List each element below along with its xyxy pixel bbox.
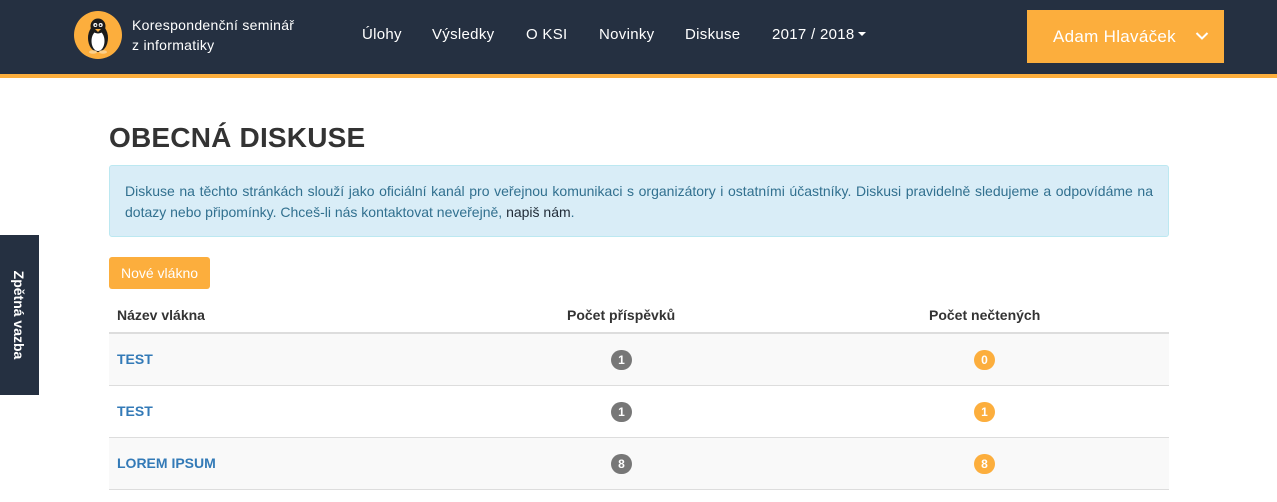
brand-line-2: z informatiky: [132, 37, 215, 53]
column-header-posts: Počet příspěvků: [567, 307, 676, 323]
feedback-tab[interactable]: Zpětná vazba: [0, 235, 39, 395]
info-alert: Diskuse na těchto stránkách slouží jako …: [109, 165, 1169, 237]
page-title: OBECNÁ DISKUSE: [109, 122, 366, 153]
nav-item-vysledky[interactable]: Výsledky: [432, 26, 494, 43]
thread-link[interactable]: TEST: [117, 403, 153, 419]
contact-link[interactable]: napiš nám: [506, 204, 571, 220]
new-thread-button[interactable]: Nové vlákno: [109, 257, 210, 289]
nav-item-diskuse[interactable]: Diskuse: [685, 26, 740, 43]
info-end: .: [570, 204, 575, 220]
feedback-label: Zpětná vazba: [11, 270, 27, 360]
year-dropdown[interactable]: 2017 / 2018: [772, 26, 866, 43]
posts-count-badge: 1: [611, 350, 632, 370]
top-navbar: Korespondenční seminář z informatiky Úlo…: [0, 0, 1277, 78]
thread-link[interactable]: LOREM IPSUM: [117, 455, 216, 471]
user-menu-button[interactable]: Adam Hlaváček: [1027, 10, 1224, 63]
nav-item-ulohy[interactable]: Úlohy: [362, 26, 402, 43]
nav-item-novinky[interactable]: Novinky: [599, 26, 654, 43]
table-header: Název vlákna Počet příspěvků Počet nečte…: [109, 296, 1169, 334]
user-name: Adam Hlaváček: [1053, 27, 1176, 46]
unread-count-badge: 8: [974, 454, 995, 474]
brand-title[interactable]: Korespondenční seminář z informatiky: [132, 15, 294, 55]
unread-count-badge: 1: [974, 402, 995, 422]
column-header-unread: Počet nečtených: [929, 307, 1041, 323]
table-row: LOREM IPSUM 8 8: [109, 438, 1169, 490]
unread-count-badge: 0: [974, 350, 995, 370]
column-header-name: Název vlákna: [117, 307, 205, 323]
info-text: Diskuse na těchto stránkách slouží jako …: [125, 183, 1153, 220]
posts-count-badge: 8: [611, 454, 632, 474]
thread-link[interactable]: TEST: [117, 351, 153, 367]
chevron-down-icon: [1195, 32, 1209, 40]
caret-down-icon: [857, 32, 866, 37]
penguin-logo-icon[interactable]: [74, 11, 122, 59]
table-row: TEST 1 1: [109, 386, 1169, 438]
posts-count-badge: 1: [611, 402, 632, 422]
table-row: TEST 1 0: [109, 334, 1169, 386]
nav-item-o-ksi[interactable]: O KSI: [526, 26, 568, 43]
year-label: 2017 / 2018: [772, 26, 855, 43]
brand-line-1: Korespondenční seminář: [132, 17, 295, 33]
threads-table: Název vlákna Počet příspěvků Počet nečte…: [109, 296, 1169, 490]
